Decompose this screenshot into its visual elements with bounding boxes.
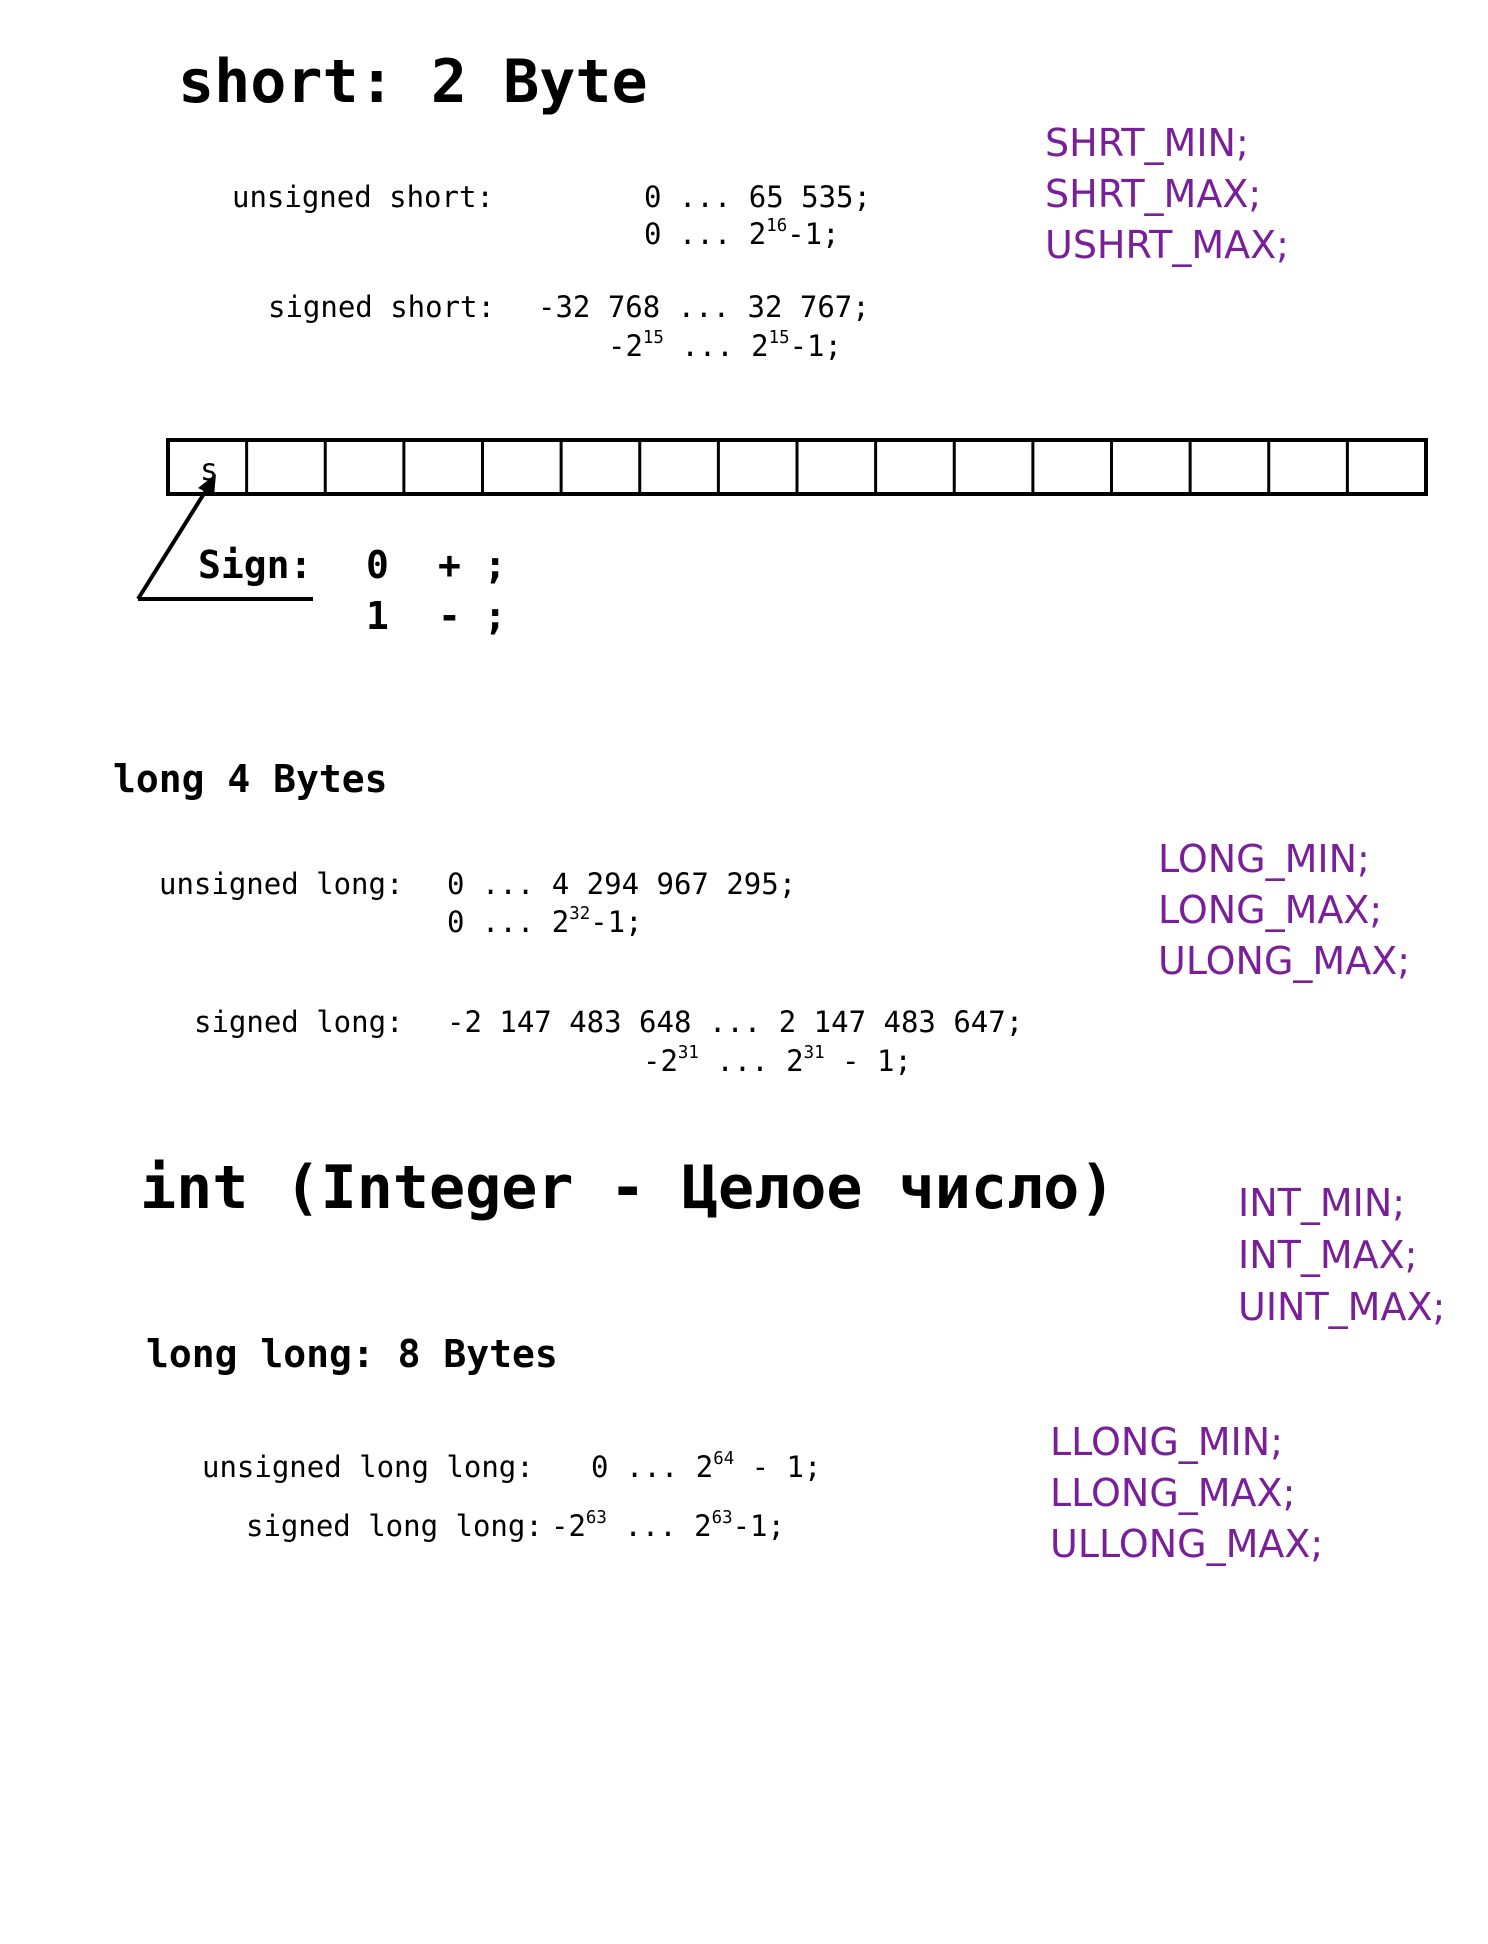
unsigned-short-power-range: 0 ... 216-1; (644, 215, 840, 251)
unsigned-short-label: unsigned short: (232, 180, 494, 214)
sign-row-0-bit: 0 (366, 543, 389, 587)
bit-cells: s (166, 438, 1428, 496)
long-long-title: long long: 8 Bytes (146, 1332, 558, 1376)
unsigned-long-power-range: 0 ... 232-1; (447, 903, 643, 939)
sign-label: Sign: (198, 543, 313, 587)
shrt-max-macro: SHRT_MAX; (1045, 172, 1262, 216)
signed-long-power-range: -231 ... 231 - 1; (643, 1042, 912, 1078)
ulong-max-macro: ULONG_MAX; (1158, 939, 1411, 983)
signed-short-power-range: -215 ... 215-1; (608, 327, 842, 363)
uint-max-macro: UINT_MAX; (1238, 1285, 1446, 1329)
signed-long-label: signed long: (194, 1005, 404, 1039)
signed-long-long-label: signed long long: (246, 1509, 543, 1543)
unsigned-long-range: 0 ... 4 294 967 295; (447, 867, 797, 901)
sign-row-0-meaning: + ; (438, 543, 507, 587)
sign-bit-label: s (200, 453, 218, 488)
llong-min-macro: LLONG_MIN; (1050, 1420, 1283, 1464)
unsigned-long-long-label: unsigned long long: (202, 1450, 534, 1484)
signed-long-long-power-range: -263 ... 263-1; (551, 1507, 785, 1543)
signed-short-label: signed short: (268, 290, 495, 324)
shrt-min-macro: SHRT_MIN; (1045, 121, 1249, 165)
unsigned-long-long-power-range: 0 ... 264 - 1; (591, 1448, 822, 1484)
long-max-macro: LONG_MAX; (1158, 888, 1383, 932)
sign-row-1-bit: 1 (366, 594, 389, 638)
bit-cell-dividers (245, 440, 1349, 494)
long-title: long 4 Bytes (113, 757, 388, 801)
int-title: int (Integer - Целое число) (140, 1153, 1116, 1223)
sign-row-1-meaning: - ; (438, 594, 507, 638)
unsigned-short-range: 0 ... 65 535; (644, 180, 871, 214)
llong-max-macro: LLONG_MAX; (1050, 1471, 1296, 1515)
signed-long-range: -2 147 483 648 ... 2 147 483 647; (447, 1005, 1024, 1039)
ushrt-max-macro: USHRT_MAX; (1045, 223, 1289, 267)
int-min-macro: INT_MIN; (1238, 1181, 1406, 1225)
int-max-macro: INT_MAX; (1238, 1233, 1418, 1277)
bit-diagram: s (166, 438, 1428, 498)
signed-short-range: -32 768 ... 32 767; (538, 290, 870, 324)
long-min-macro: LONG_MIN; (1158, 837, 1370, 881)
short-title: short: 2 Byte (178, 47, 648, 117)
ullong-max-macro: ULLONG_MAX; (1050, 1522, 1324, 1566)
unsigned-long-label: unsigned long: (159, 867, 404, 901)
